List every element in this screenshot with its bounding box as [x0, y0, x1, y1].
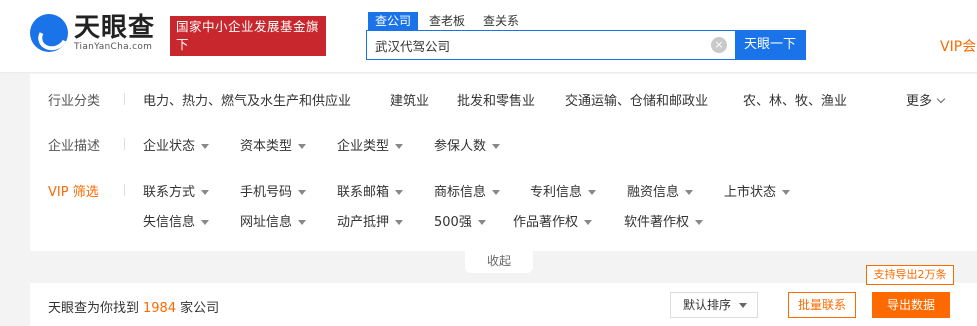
filter-company-status[interactable]: 企业状态 — [143, 135, 210, 154]
sort-dropdown[interactable]: 默认排序 — [670, 292, 758, 318]
caret-down-icon — [477, 220, 486, 225]
industry-item-wholesale[interactable]: 批发和零售业 — [457, 90, 535, 109]
filter-trademark[interactable]: 商标信息 — [434, 181, 501, 200]
logo[interactable]: 天眼查 TianYanCha.com — [30, 14, 155, 52]
caret-down-icon — [298, 190, 307, 195]
filter-listing[interactable]: 上市状态 — [724, 181, 791, 200]
result-prefix: 天眼查为你找到 — [48, 301, 140, 316]
caret-down-icon — [201, 144, 210, 149]
caret-down-icon — [695, 220, 704, 225]
result-suffix: 家公司 — [180, 301, 220, 316]
collapse-toggle[interactable]: 收起 — [465, 251, 533, 273]
more-industries-toggle[interactable]: 更多 — [906, 90, 946, 109]
caret-down-icon — [395, 190, 404, 195]
bulk-contact-button[interactable]: 批量联系 — [788, 292, 856, 318]
filter-email[interactable]: 联系邮箱 — [337, 181, 404, 200]
logo-domain: TianYanCha.com — [74, 42, 153, 52]
chevron-down-icon — [936, 94, 946, 104]
search-input[interactable] — [367, 31, 703, 59]
caret-down-icon — [584, 220, 593, 225]
search-button[interactable]: 天眼一下 — [735, 31, 805, 59]
caret-down-icon — [201, 190, 210, 195]
caret-down-icon — [298, 220, 307, 225]
export-data-button[interactable]: 导出数据 — [872, 292, 950, 318]
logo-eye-icon — [30, 14, 68, 52]
gov-badge-line2: 官方备案企业征信机构 — [176, 55, 307, 70]
filter-phone[interactable]: 手机号码 — [240, 181, 307, 200]
caret-down-icon — [685, 190, 694, 195]
industry-item-transport[interactable]: 交通运输、仓储和邮政业 — [565, 90, 708, 109]
filter-patent[interactable]: 专利信息 — [530, 181, 597, 200]
tab-boss[interactable]: 查老板 — [422, 12, 472, 30]
caret-down-icon — [588, 190, 597, 195]
caret-down-icon — [395, 220, 404, 225]
filter-insured-count[interactable]: 参保人数 — [434, 135, 501, 154]
vip-filter-label: VIP 筛选 — [48, 185, 99, 200]
filter-contact[interactable]: 联系方式 — [143, 181, 210, 200]
filter-company-type[interactable]: 企业类型 — [337, 135, 404, 154]
industry-item-power[interactable]: 电力、热力、燃气及水生产和供应业 — [143, 90, 351, 109]
caret-down-icon — [492, 144, 501, 149]
industry-item-agriculture[interactable]: 农、林、牧、渔业 — [743, 90, 847, 109]
result-summary: 天眼查为你找到 1984 家公司 — [48, 297, 219, 316]
divider — [124, 93, 125, 105]
filter-software-copyright[interactable]: 软件著作权 — [624, 211, 704, 230]
filter-works-copyright[interactable]: 作品著作权 — [513, 211, 593, 230]
gov-badge-line1: 国家中小企业发展基金旗下 — [176, 19, 320, 52]
gov-badge: 国家中小企业发展基金旗下 官方备案企业征信机构 — [170, 16, 326, 70]
tab-company[interactable]: 查公司 — [368, 12, 419, 30]
result-count: 1984 — [143, 301, 177, 316]
filter-top500[interactable]: 500强 — [434, 211, 486, 230]
search-tabs: 查公司 查老板 查关系 — [368, 12, 530, 30]
more-label: 更多 — [906, 94, 933, 109]
caret-down-icon — [395, 144, 404, 149]
caret-down-icon — [201, 220, 210, 225]
industry-label: 行业分类 — [48, 94, 101, 109]
results-bar: 天眼查为你找到 1984 家公司 默认排序 批量联系 导出数据 — [30, 283, 977, 326]
filter-financing[interactable]: 融资信息 — [627, 181, 694, 200]
divider — [124, 184, 125, 196]
vip-link[interactable]: VIP会 — [940, 36, 976, 56]
filter-panel: 行业分类 电力、热力、燃气及水生产和供应业 建筑业 批发和零售业 交通运输、仓储… — [30, 74, 977, 251]
top-header: 天眼查 TianYanCha.com 国家中小企业发展基金旗下 官方备案企业征信… — [0, 0, 977, 73]
caret-down-icon — [782, 190, 791, 195]
filter-website[interactable]: 网址信息 — [240, 211, 307, 230]
company-desc-label: 企业描述 — [48, 139, 101, 154]
export-tip-badge: 支持导出2万条 — [866, 265, 954, 285]
caret-down-icon — [492, 190, 501, 195]
clear-icon[interactable]: × — [711, 37, 727, 53]
filter-capital-type[interactable]: 资本类型 — [240, 135, 307, 154]
filter-mortgage[interactable]: 动产抵押 — [337, 211, 404, 230]
tab-relation[interactable]: 查关系 — [476, 12, 526, 30]
logo-title: 天眼查 — [74, 13, 156, 43]
search-box: × 天眼一下 — [366, 30, 806, 60]
filter-dishonest[interactable]: 失信信息 — [143, 211, 210, 230]
caret-down-icon — [298, 144, 307, 149]
caret-down-icon — [739, 303, 748, 308]
industry-item-construction[interactable]: 建筑业 — [390, 90, 429, 109]
divider — [124, 138, 125, 150]
